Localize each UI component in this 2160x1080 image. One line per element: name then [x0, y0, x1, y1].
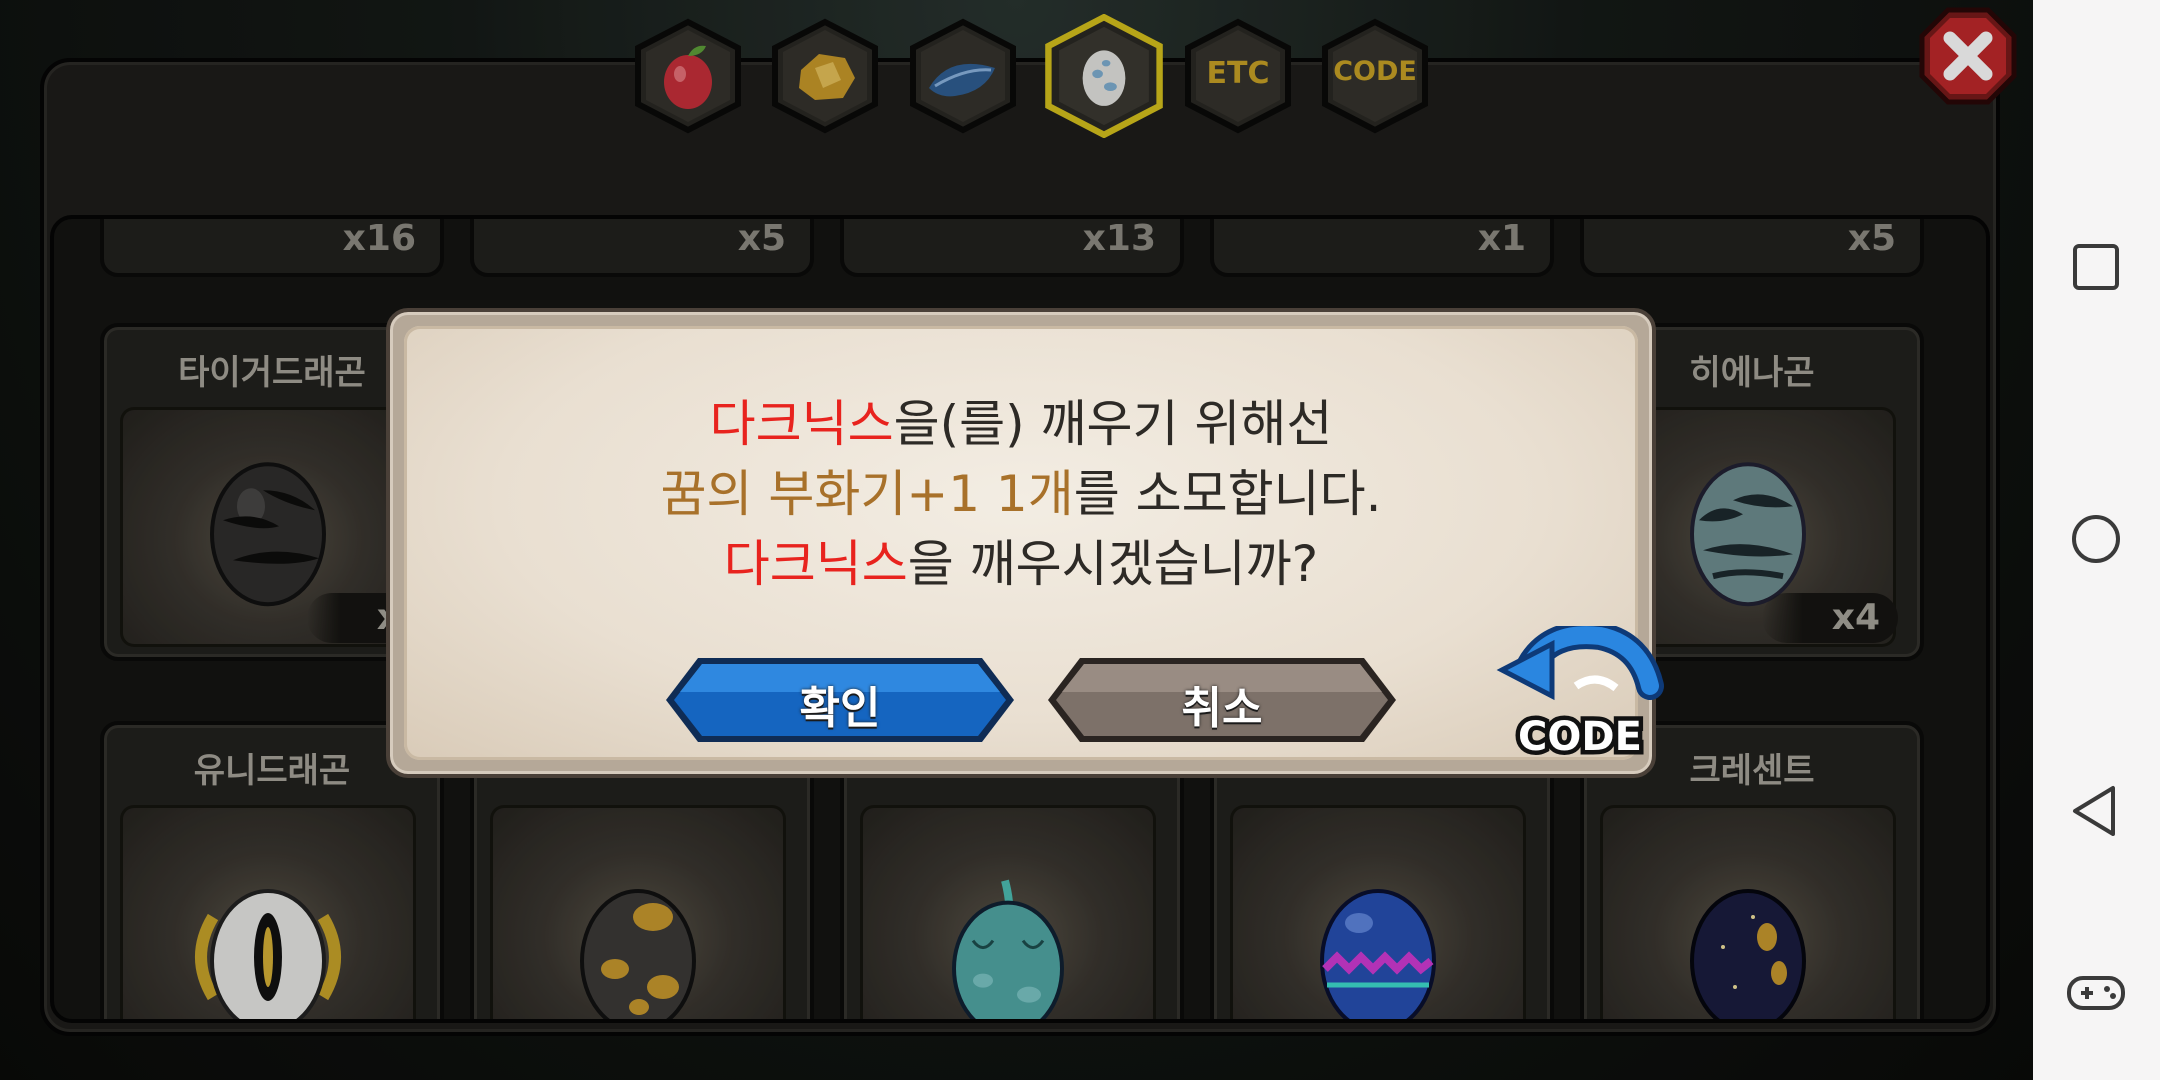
- code-refresh-icon: CODE: [1496, 621, 1664, 765]
- message-line-3: 다크닉스을 깨우시겠습니까?: [404, 524, 1638, 596]
- dragon-name: 다크닉스: [723, 535, 908, 593]
- recents-button[interactable]: [2061, 232, 2131, 302]
- message-text: 을 깨우시겠습니까?: [907, 535, 1319, 593]
- home-button[interactable]: [2061, 504, 2131, 574]
- hatch-confirm-dialog: 다크닉스을(를) 깨우기 위해선 꿈의 부화기+1 1개를 소모합니다. 다크닉…: [386, 308, 1664, 778]
- cancel-label: 취소: [1181, 683, 1263, 734]
- back-triangle-icon: [2073, 786, 2115, 836]
- code-badge-button[interactable]: CODE: [1496, 621, 1666, 766]
- confirm-label: 확인: [799, 683, 881, 734]
- back-button[interactable]: [2061, 776, 2131, 846]
- dragon-name: 다크닉스: [709, 395, 894, 453]
- message-line-1: 다크닉스을(를) 깨우기 위해선: [404, 384, 1638, 456]
- square-icon: [2073, 244, 2119, 290]
- message-text: 을(를) 깨우기 위해선: [893, 395, 1333, 453]
- code-badge-label: CODE: [1518, 714, 1642, 760]
- cancel-button[interactable]: 취소: [1044, 654, 1400, 746]
- system-nav-bar: [2033, 0, 2160, 1080]
- game-screen: ETC CODE x16 x5 x13 x1 x5 타이거드래곤 히에나곤 x4…: [0, 0, 2033, 1080]
- circle-icon: [2072, 515, 2120, 563]
- message-text: 를 소모합니다.: [1073, 465, 1382, 523]
- game-tools-button[interactable]: [2061, 958, 2131, 1028]
- incubator-item: 꿈의 부화기+1 1개: [660, 465, 1074, 523]
- dialog-body: 다크닉스을(를) 깨우기 위해선 꿈의 부화기+1 1개를 소모합니다. 다크닉…: [404, 326, 1664, 765]
- confirm-button[interactable]: 확인: [662, 654, 1018, 746]
- gamepad-icon: [2067, 976, 2125, 1010]
- message-line-2: 꿈의 부화기+1 1개를 소모합니다.: [404, 454, 1638, 526]
